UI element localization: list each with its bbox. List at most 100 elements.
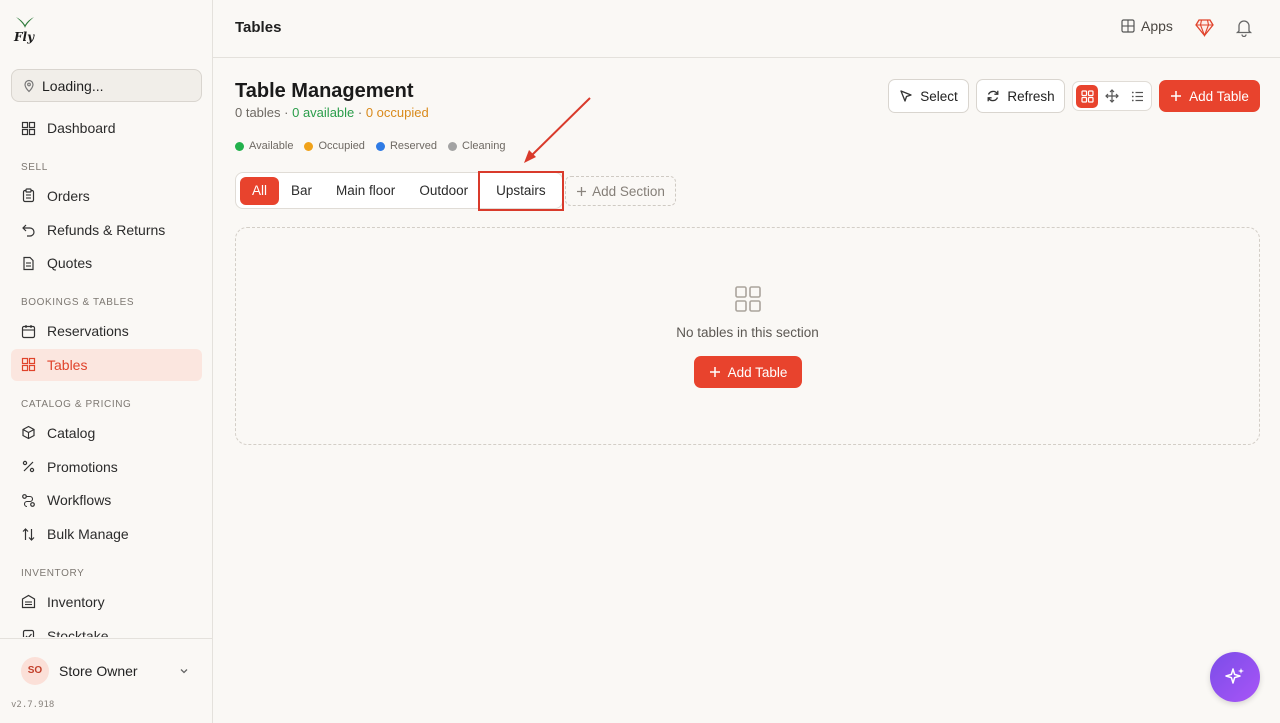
apps-label: Apps — [1141, 18, 1173, 34]
sidebar-item-quotes[interactable]: Quotes — [11, 247, 202, 279]
grid-icon — [735, 286, 761, 312]
plus-icon — [709, 367, 720, 377]
tab-main-floor[interactable]: Main floor — [324, 177, 407, 205]
list-icon — [1131, 91, 1143, 101]
sidebar-item-promotions[interactable]: Promotions — [11, 451, 202, 483]
tab-upstairs[interactable]: Upstairs — [478, 170, 564, 211]
location-selector[interactable]: Loading... — [11, 69, 202, 102]
sidebar-item-label: Inventory — [47, 593, 105, 610]
sparkles-icon — [1225, 668, 1244, 684]
annotation-arrow-icon — [524, 97, 591, 163]
sidebar-item-label: Tables — [47, 356, 88, 373]
sidebar-item-workflows[interactable]: Workflows — [11, 484, 202, 516]
workflow-icon — [22, 493, 35, 507]
tables-empty-state: No tables in this section Add Table — [235, 227, 1260, 445]
available-count: 0 available — [292, 105, 355, 120]
nav-section-catalog: CATALOG & PRICING — [21, 398, 132, 410]
app-version: v2.7.918 — [11, 700, 55, 710]
sidebar: Fly Loading... Dashboard SELL Orders Ref… — [0, 0, 213, 723]
fly-logo-icon[interactable]: Fly — [12, 14, 38, 44]
sidebar-item-refunds[interactable]: Refunds & Returns — [11, 214, 202, 246]
top-bar: Tables Apps — [213, 0, 1280, 58]
nav-section-sell: SELL — [21, 161, 48, 173]
add-table-button[interactable]: Add Table — [1159, 80, 1260, 112]
page-header-title: Tables — [235, 19, 282, 36]
tab-bar[interactable]: Bar — [279, 177, 324, 205]
gem-icon[interactable] — [1195, 18, 1214, 37]
sidebar-item-label: Workflows — [47, 492, 112, 509]
sidebar-item-label: Bulk Manage — [47, 526, 129, 543]
map-pin-icon — [24, 79, 34, 92]
legend-cleaning: Cleaning — [448, 140, 505, 152]
warehouse-icon — [21, 595, 36, 609]
undo-icon — [22, 224, 35, 237]
sidebar-item-label: Stocktake — [47, 627, 109, 637]
user-menu[interactable]: SO Store Owner — [0, 638, 212, 702]
sidebar-item-label: Reservations — [47, 323, 129, 340]
page-title: Table Management — [235, 80, 414, 102]
percent-icon — [22, 460, 35, 473]
sidebar-item-tables[interactable]: Tables — [11, 348, 202, 381]
select-button[interactable]: Select — [888, 79, 969, 113]
calendar-icon — [21, 324, 36, 338]
add-section-button[interactable]: Add Section — [565, 176, 676, 206]
sidebar-item-bulk-manage[interactable]: Bulk Manage — [11, 518, 202, 550]
chevron-down-icon — [180, 668, 188, 673]
sidebar-item-label: Catalog — [47, 424, 96, 441]
tab-outdoor[interactable]: Outdoor — [407, 177, 480, 205]
sidebar-item-label: Promotions — [47, 458, 118, 475]
section-tabs: All Bar Main floor Outdoor Upstairs — [235, 170, 564, 211]
user-name: Store Owner — [59, 662, 138, 679]
cleaning-dot-icon — [448, 141, 458, 151]
cursor-icon — [900, 90, 912, 102]
occupied-count: 0 occupied — [365, 105, 429, 120]
sidebar-item-dashboard[interactable]: Dashboard — [11, 112, 202, 144]
refresh-button[interactable]: Refresh — [976, 79, 1065, 113]
sidebar-item-catalog[interactable]: Catalog — [11, 417, 202, 449]
location-label: Loading... — [42, 77, 104, 94]
sidebar-item-label: Quotes — [47, 255, 93, 272]
available-dot-icon — [235, 141, 244, 151]
occupied-dot-icon — [304, 141, 314, 151]
clipboard-icon — [22, 188, 35, 203]
ai-assistant-button[interactable] — [1210, 652, 1260, 702]
tab-all[interactable]: All — [240, 176, 280, 205]
apps-button[interactable]: Apps — [1121, 18, 1173, 34]
total-count: 0 tables — [235, 105, 281, 120]
document-icon — [23, 256, 34, 270]
box-icon — [22, 426, 35, 440]
svg-text:Fly: Fly — [13, 30, 35, 44]
apps-grid-icon — [1121, 19, 1135, 33]
table-counts: 0 tables · 0 available · 0 occupied — [235, 105, 429, 120]
bell-icon[interactable] — [1235, 18, 1253, 37]
status-legend: Available Occupied Reserved Cleaning — [235, 140, 505, 152]
nav-section-bookings: BOOKINGS & TABLES — [21, 297, 135, 309]
move-icon — [1105, 89, 1119, 103]
sidebar-item-label: Orders — [47, 187, 90, 204]
dashboard-icon — [21, 121, 36, 135]
grid-icon — [1080, 89, 1094, 103]
avatar: SO — [21, 656, 49, 685]
legend-available: Available — [235, 140, 293, 152]
refresh-icon — [987, 90, 999, 102]
empty-message: No tables in this section — [676, 325, 819, 340]
floor-plan-view-button[interactable] — [1101, 85, 1123, 108]
sidebar-item-inventory[interactable]: Inventory — [11, 586, 202, 618]
legend-occupied: Occupied — [304, 140, 365, 152]
nav-section-inventory: INVENTORY — [21, 567, 85, 579]
view-toggle — [1072, 81, 1152, 111]
sidebar-item-orders[interactable]: Orders — [11, 180, 202, 212]
sidebar-item-label: Dashboard — [47, 120, 116, 136]
clipboard-check-icon — [22, 630, 35, 637]
empty-add-table-button[interactable]: Add Table — [694, 356, 802, 388]
plus-icon — [577, 186, 587, 196]
sort-arrows-icon — [22, 527, 35, 541]
grid-view-button[interactable] — [1076, 84, 1098, 108]
reserved-dot-icon — [375, 141, 385, 151]
sidebar-item-stocktake[interactable]: Stocktake — [11, 620, 202, 637]
sidebar-item-label: Refunds & Returns — [47, 221, 166, 238]
grid-icon — [21, 358, 36, 372]
plus-icon — [1171, 91, 1182, 101]
list-view-button[interactable] — [1126, 85, 1148, 108]
sidebar-item-reservations[interactable]: Reservations — [11, 315, 202, 347]
